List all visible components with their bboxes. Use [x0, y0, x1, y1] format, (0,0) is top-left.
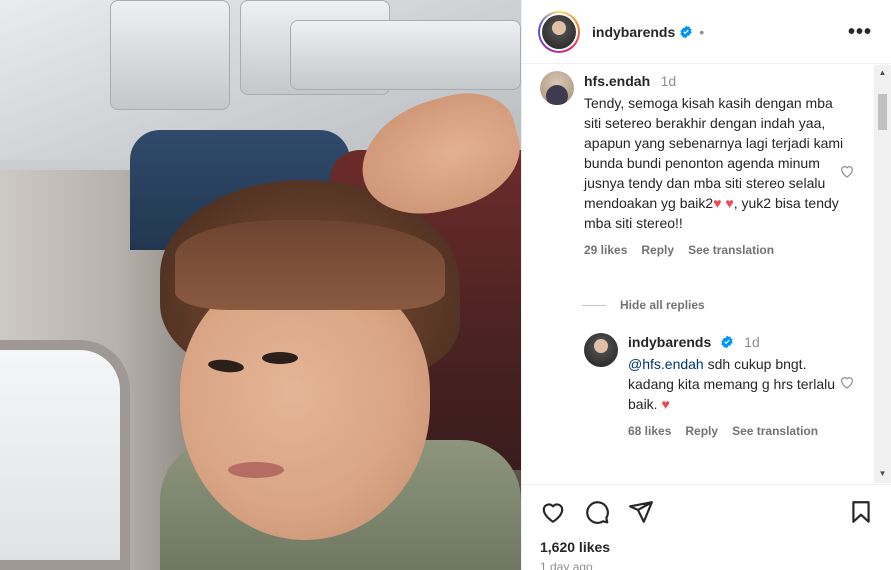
see-translation-button[interactable]: See translation	[732, 424, 818, 438]
like-heart-icon[interactable]	[839, 163, 855, 179]
post-actions: 1,620 likes 1 day ago	[522, 484, 891, 570]
like-heart-icon[interactable]	[540, 499, 566, 525]
comment-meta: 29 likes Reply See translation	[584, 243, 844, 257]
divider-line	[582, 304, 606, 306]
author-avatar[interactable]	[538, 10, 580, 53]
likes-count[interactable]: 1,620 likes	[540, 539, 610, 555]
save-bookmark-icon[interactable]	[848, 499, 874, 525]
lips	[228, 462, 284, 478]
reply-button[interactable]: Reply	[685, 424, 718, 438]
see-translation-button[interactable]: See translation	[688, 243, 774, 257]
reply-meta: 68 likes Reply See translation	[628, 424, 838, 438]
reply-username[interactable]: indybarends	[628, 334, 711, 350]
commenter-avatar[interactable]	[540, 71, 574, 105]
red-heart-icon: ♥	[725, 195, 734, 211]
overhead-bin	[110, 0, 230, 110]
cabin-window	[0, 340, 130, 570]
comment-time: 1d	[660, 73, 677, 89]
reply-avatar[interactable]	[584, 333, 618, 367]
comment-text: Tendy, semoga kisah kasih dengan mba sit…	[584, 95, 844, 231]
reply-likes[interactable]: 68 likes	[628, 424, 671, 438]
more-options-icon[interactable]: •••	[848, 22, 872, 42]
post-date: 1 day ago	[540, 560, 593, 570]
reply-button[interactable]: Reply	[641, 243, 674, 257]
hide-replies-button[interactable]: Hide all replies	[582, 298, 705, 312]
scroll-up-arrow-icon[interactable]: ▲	[878, 68, 887, 78]
comment-likes[interactable]: 29 likes	[584, 243, 627, 257]
post-photo	[0, 0, 521, 570]
eye	[262, 352, 298, 364]
reply-comment: indybarends 1d @hfs.endah sdh cukup bngt…	[628, 334, 838, 438]
comment-username[interactable]: hfs.endah	[584, 73, 650, 89]
post-panel: indybarends • ••• hfs.endah 1d Tendy, se…	[521, 0, 891, 570]
scrollbar-thumb[interactable]	[878, 94, 887, 130]
verified-icon	[721, 335, 733, 349]
face	[180, 270, 430, 540]
comment: hfs.endah 1d Tendy, semoga kisah kasih d…	[584, 73, 844, 257]
bangs	[175, 220, 445, 310]
red-heart-icon: ♥	[661, 396, 670, 412]
verified-icon	[680, 25, 692, 38]
share-icon[interactable]	[628, 499, 654, 525]
reply-time: 1d	[744, 334, 760, 350]
comments-list: hfs.endah 1d Tendy, semoga kisah kasih d…	[522, 65, 891, 483]
reply-text: @hfs.endah sdh cukup bngt. kadang kita m…	[628, 356, 835, 412]
overhead-bin	[290, 20, 521, 90]
like-heart-icon[interactable]	[839, 374, 855, 390]
red-heart-icon: ♥	[713, 195, 722, 211]
post-header: indybarends • •••	[522, 0, 891, 64]
mention-link[interactable]: @hfs.endah	[628, 356, 704, 372]
scroll-down-arrow-icon[interactable]: ▼	[878, 469, 887, 479]
author-username[interactable]: indybarends	[592, 24, 675, 40]
comment-icon[interactable]	[584, 499, 610, 525]
header-dot: •	[699, 23, 705, 40]
